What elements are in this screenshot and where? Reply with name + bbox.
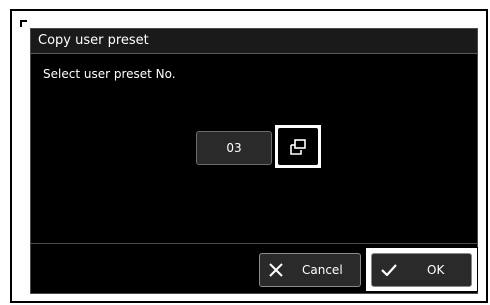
cancel-button[interactable]: Cancel [259,253,361,287]
dialog-title: Copy user preset [38,33,149,48]
cancel-button-label: Cancel [302,263,343,277]
select-list-icon [290,139,306,155]
footer-divider [31,243,477,244]
preset-select-button-highlight [274,124,322,169]
close-icon [269,263,283,277]
dialog-prompt: Select user preset No. [43,67,176,81]
preset-select-button[interactable] [278,128,318,165]
preset-number-field[interactable]: 03 [196,131,272,165]
corner-mark [20,20,27,27]
checkmark-icon [381,264,397,276]
ok-button-label: OK [427,263,445,277]
copy-user-preset-dialog: Copy user preset Select user preset No. … [30,28,478,294]
dialog-title-bar: Copy user preset [31,29,477,54]
ok-button-highlight: OK [365,247,478,292]
ok-button[interactable]: OK [371,253,472,287]
